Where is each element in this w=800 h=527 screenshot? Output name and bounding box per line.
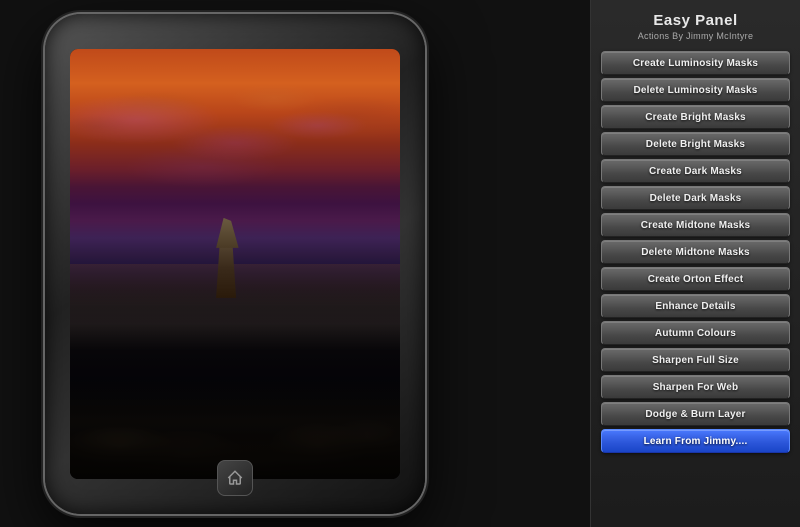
rock-stack xyxy=(209,218,244,298)
home-icon xyxy=(226,469,244,487)
panel-subtitle: Actions By Jimmy McIntyre xyxy=(638,31,754,41)
delete-dark-masks-button[interactable]: Delete Dark Masks xyxy=(601,186,790,210)
enhance-details-button[interactable]: Enhance Details xyxy=(601,294,790,318)
learn-from-jimmy-button[interactable]: Learn From Jimmy.... xyxy=(601,429,790,453)
delete-midtone-masks-button[interactable]: Delete Midtone Masks xyxy=(601,240,790,264)
create-dark-masks-button[interactable]: Create Dark Masks xyxy=(601,159,790,183)
dodge-burn-layer-button[interactable]: Dodge & Burn Layer xyxy=(601,402,790,426)
panel-title: Easy Panel xyxy=(653,12,737,29)
sharpen-for-web-button[interactable]: Sharpen For Web xyxy=(601,375,790,399)
create-midtone-masks-button[interactable]: Create Midtone Masks xyxy=(601,213,790,237)
button-list: Create Luminosity Masks Delete Luminosity… xyxy=(601,51,790,453)
ipad-screen xyxy=(70,49,400,479)
create-bright-masks-button[interactable]: Create Bright Masks xyxy=(601,105,790,129)
easy-panel: Easy Panel Actions By Jimmy McIntyre Cre… xyxy=(590,0,800,527)
sharpen-full-size-button[interactable]: Sharpen Full Size xyxy=(601,348,790,372)
ipad-display xyxy=(0,0,470,527)
home-button[interactable] xyxy=(217,460,253,496)
delete-bright-masks-button[interactable]: Delete Bright Masks xyxy=(601,132,790,156)
autumn-colours-button[interactable]: Autumn Colours xyxy=(601,321,790,345)
background-gap xyxy=(470,0,590,527)
foreground-rocks xyxy=(70,315,400,478)
ipad-screen-wrapper xyxy=(70,49,400,479)
create-luminosity-masks-button[interactable]: Create Luminosity Masks xyxy=(601,51,790,75)
create-orton-effect-button[interactable]: Create Orton Effect xyxy=(601,267,790,291)
ipad-frame xyxy=(45,14,425,514)
delete-luminosity-masks-button[interactable]: Delete Luminosity Masks xyxy=(601,78,790,102)
